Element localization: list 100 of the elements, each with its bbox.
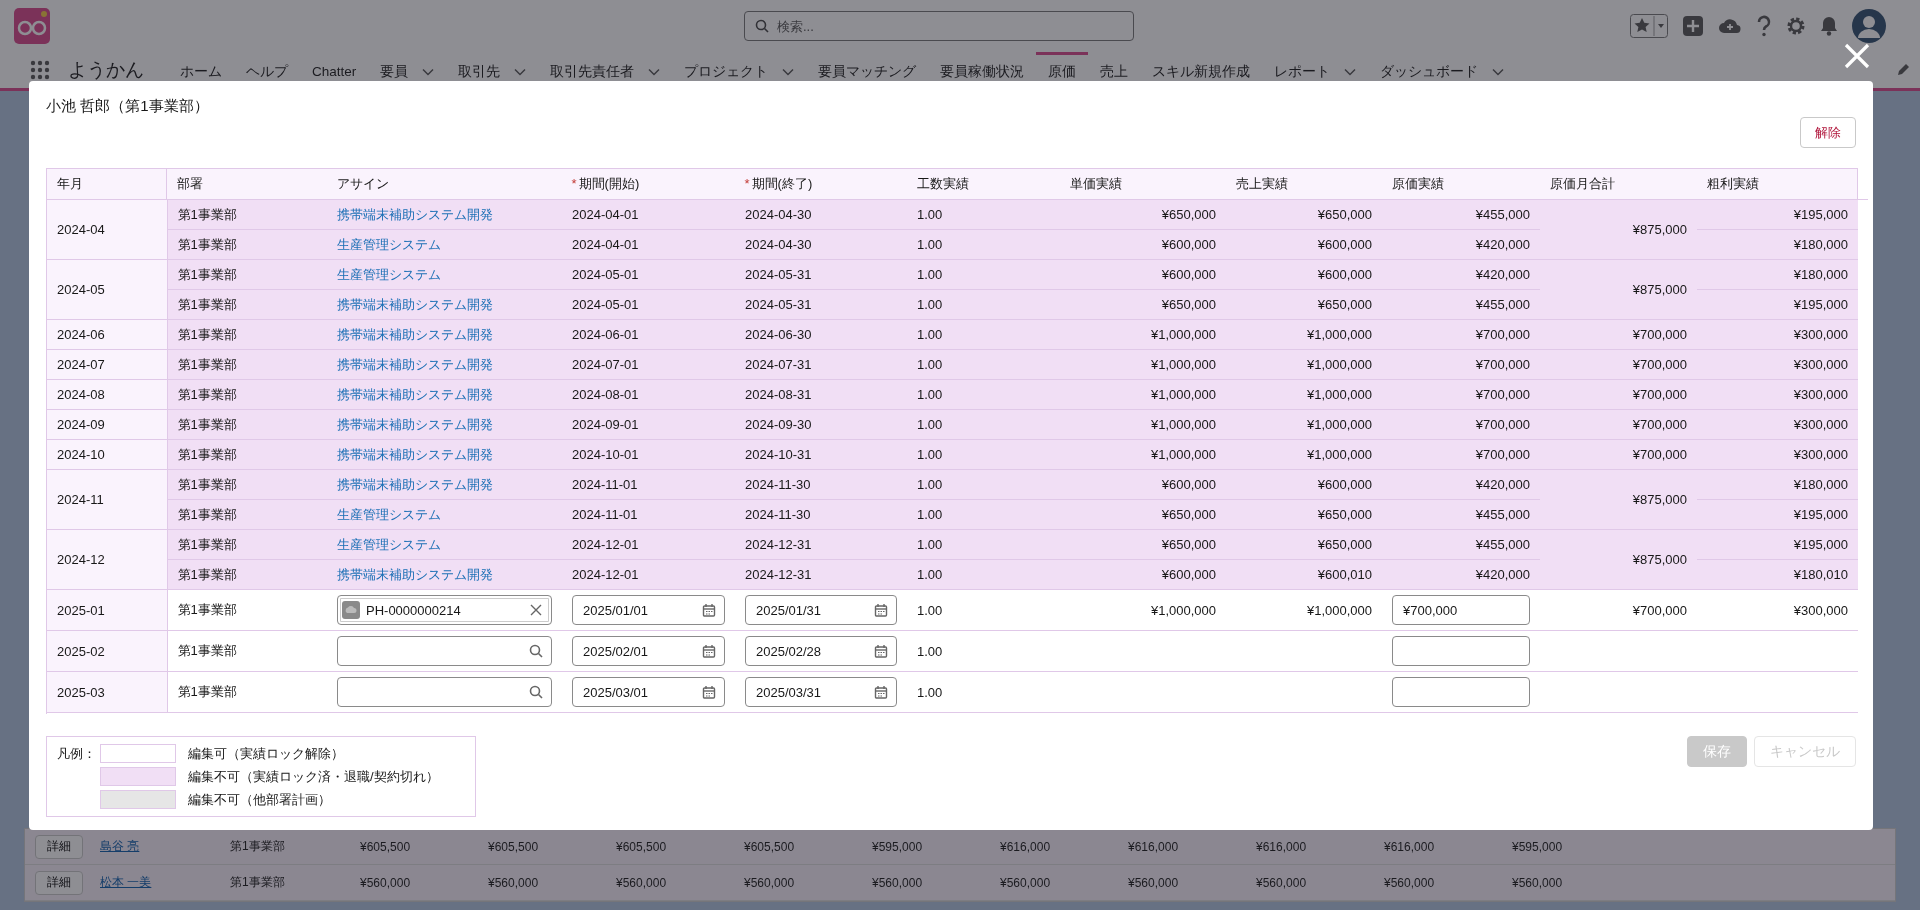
modal-title: 小池 哲郎（第1事業部） — [46, 97, 210, 116]
cost-field[interactable]: ¥700,000 — [1392, 595, 1530, 625]
nav-tab[interactable]: 取引先責任者 — [538, 52, 673, 88]
nav-tab[interactable]: ダッシュボード — [1368, 52, 1517, 88]
project-link[interactable]: 携帯端末補助システム開発 — [327, 379, 562, 410]
table-cell: 2024-09-01 — [562, 409, 735, 440]
table-cell: 1.00 — [907, 229, 1060, 260]
legend-text: 編集可（実績ロック解除） — [188, 744, 344, 763]
clear-icon[interactable] — [529, 603, 543, 617]
nav-tab[interactable]: 取引先 — [446, 52, 539, 88]
nav-tab[interactable]: レポート — [1262, 52, 1369, 88]
person-link[interactable]: 島谷 亮 — [100, 838, 230, 855]
table-cell: 2024-12-01 — [562, 559, 735, 590]
date-field[interactable]: 2025/01/01 — [572, 595, 725, 625]
table-cell: ¥455,000 — [1382, 200, 1540, 230]
project-link[interactable]: 携帯端末補助システム開発 — [327, 469, 562, 500]
calendar-icon[interactable] — [874, 685, 888, 699]
close-icon[interactable] — [1843, 42, 1871, 70]
table-cell: ¥600,000 — [1060, 469, 1226, 500]
search-icon[interactable] — [529, 685, 543, 699]
calendar-icon[interactable] — [874, 603, 888, 617]
project-link[interactable]: 生産管理システム — [327, 259, 562, 290]
table-cell-text: ¥560,000 — [999, 875, 1052, 890]
table-cell: ¥1,000,000 — [1226, 319, 1382, 350]
calendar-icon[interactable] — [702, 685, 716, 699]
date-field[interactable]: 2025/03/31 — [745, 677, 897, 707]
table-cell: 2024-12-01 — [562, 529, 735, 560]
table-cell-text: ¥605,500 — [487, 839, 540, 854]
table-cell: ¥195,000 — [1697, 200, 1858, 230]
table-cell: ¥700,000 — [1382, 439, 1540, 470]
table-cell: ¥650,000 — [1060, 529, 1226, 560]
column-header: 原価実績 — [1381, 168, 1540, 199]
table-cell: 1.00 — [907, 630, 1060, 672]
detail-button[interactable]: 詳細 — [35, 870, 83, 895]
search-icon[interactable] — [529, 644, 543, 658]
project-link[interactable]: 携帯端末補助システム開発 — [327, 349, 562, 380]
chevron-down-icon[interactable] — [422, 67, 435, 76]
bell-icon[interactable] — [1820, 16, 1838, 36]
table-cell: ¥420,000 — [1382, 469, 1540, 500]
table-cell: ¥420,000 — [1382, 229, 1540, 260]
project-link[interactable]: 携帯端末補助システム開発 — [327, 409, 562, 440]
detail-button[interactable]: 詳細 — [35, 834, 83, 859]
cost-field[interactable] — [1392, 677, 1530, 707]
table-cell: ¥600,000 — [1226, 229, 1382, 260]
date-field[interactable]: 2025/03/01 — [572, 677, 725, 707]
search-icon — [755, 19, 769, 33]
nav-tab[interactable]: プロジェクト — [672, 52, 807, 88]
table-cell: 第1事業部 — [167, 589, 327, 631]
month-cell: 2024-10 — [47, 439, 167, 470]
search-field[interactable]: 検索... — [744, 11, 1134, 41]
project-link[interactable]: 携帯端末補助システム開発 — [327, 289, 562, 320]
date-field[interactable]: 2025/01/31 — [745, 595, 897, 625]
nav-tab[interactable]: 要員 — [368, 52, 447, 88]
help-icon[interactable] — [1756, 15, 1772, 37]
settings-icon[interactable] — [1786, 16, 1806, 36]
chevron-down-icon[interactable] — [782, 67, 795, 76]
pencil-icon[interactable] — [1896, 63, 1910, 77]
table-cell: ¥1,000,000 — [1226, 409, 1382, 440]
table-cell: ¥195,000 — [1697, 529, 1858, 560]
table-cell: ¥600,000 — [1226, 259, 1382, 290]
calendar-icon[interactable] — [702, 644, 716, 658]
app-launcher-icon[interactable] — [30, 60, 50, 80]
month-cell: 2024-08 — [47, 379, 167, 410]
table-cell: ¥1,000,000 — [1060, 589, 1226, 631]
person-link[interactable]: 松本 一美 — [100, 874, 230, 891]
unlock-button[interactable]: 解除 — [1800, 117, 1856, 148]
table-cell-text: ¥616,000 — [1127, 839, 1180, 854]
cost-field[interactable] — [1392, 636, 1530, 666]
chevron-down-icon[interactable] — [1492, 67, 1505, 76]
lookup-field[interactable]: PH-0000000214 — [337, 595, 552, 625]
month-cell: 2024-12 — [47, 529, 167, 590]
calendar-icon[interactable] — [702, 603, 716, 617]
table-cell: 1.00 — [907, 559, 1060, 590]
table-cell: ¥600,000 — [1060, 229, 1226, 260]
avatar-icon[interactable] — [1852, 9, 1886, 43]
table-cell-text: ¥560,000 — [615, 875, 668, 890]
project-link[interactable]: 生産管理システム — [327, 499, 562, 530]
chevron-down-icon[interactable] — [1344, 67, 1357, 76]
table-cell-text: 第1事業部 — [230, 874, 286, 891]
chevron-down-icon[interactable] — [648, 67, 661, 76]
project-link[interactable]: 携帯端末補助システム開発 — [327, 319, 562, 350]
calendar-icon[interactable] — [874, 644, 888, 658]
table-cell: ¥1,000,000 — [1060, 319, 1226, 350]
lookup-field[interactable] — [337, 636, 552, 666]
project-link[interactable]: 生産管理システム — [327, 229, 562, 260]
plus-icon[interactable] — [1682, 15, 1704, 37]
table-cell: 第1事業部 — [167, 671, 327, 713]
lookup-field[interactable] — [337, 677, 552, 707]
month-cell: 2024-11 — [47, 469, 167, 530]
date-field[interactable]: 2025/02/01 — [572, 636, 725, 666]
date-field[interactable]: 2025/02/28 — [745, 636, 897, 666]
project-link[interactable]: 携帯端末補助システム開発 — [327, 200, 562, 230]
month-cell: 2024-04 — [47, 200, 167, 260]
logo-icon — [14, 8, 50, 44]
chevron-down-icon[interactable] — [514, 67, 527, 76]
table-cell: ¥180,010 — [1697, 559, 1858, 590]
table-cell: 2024-04-30 — [735, 229, 907, 260]
project-link[interactable]: 携帯端末補助システム開発 — [327, 559, 562, 590]
project-link[interactable]: 生産管理システム — [327, 529, 562, 560]
project-link[interactable]: 携帯端末補助システム開発 — [327, 439, 562, 470]
